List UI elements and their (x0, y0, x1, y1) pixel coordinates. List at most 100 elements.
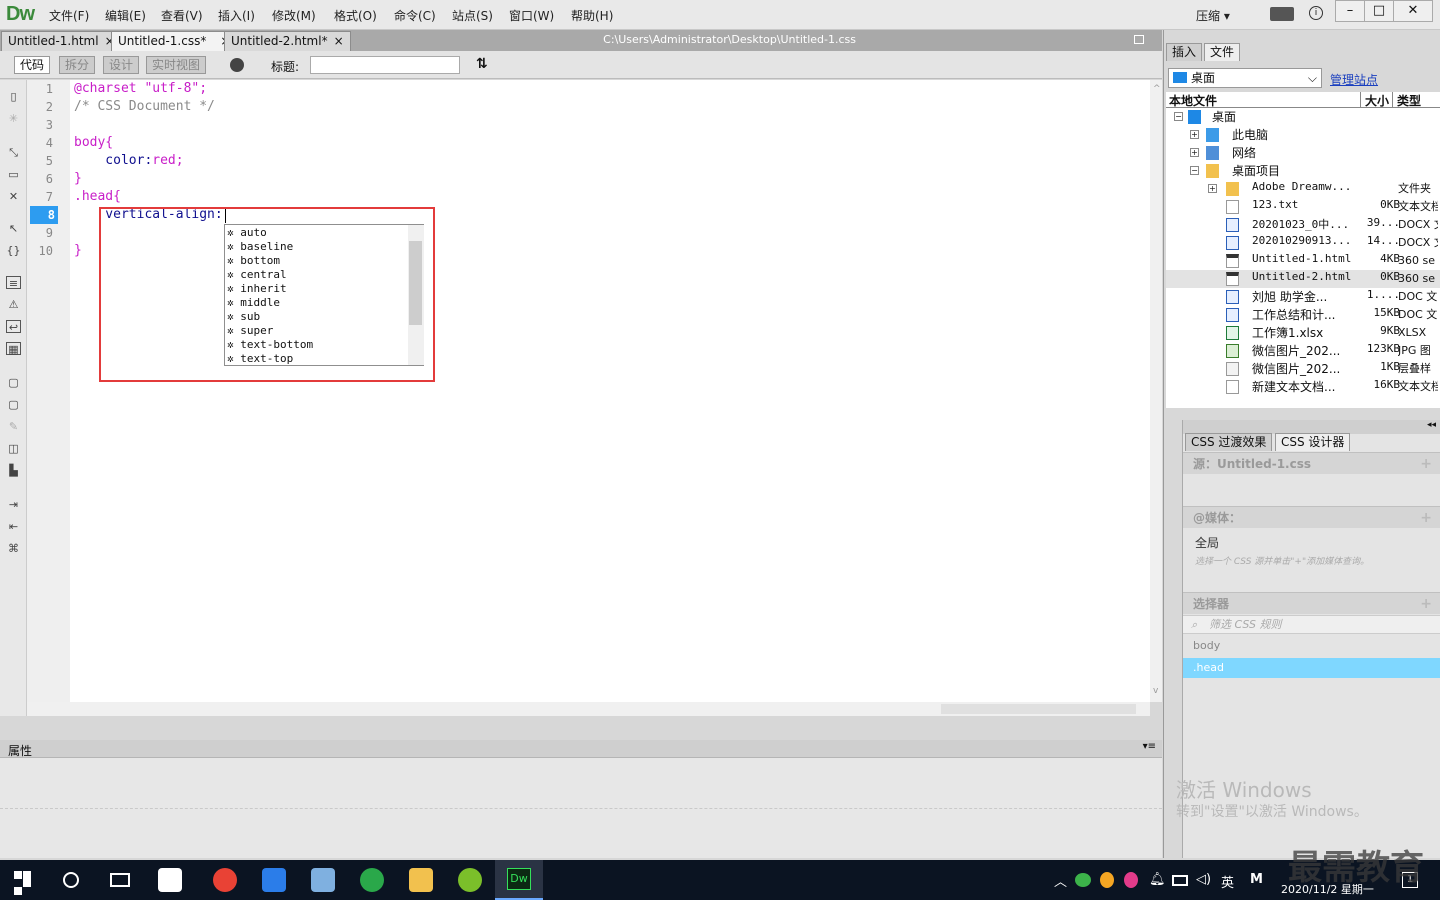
hint-item[interactable]: ✲ text-top (227, 352, 293, 366)
collapse-full-tag-icon[interactable]: ✳ (6, 112, 21, 125)
hint-item[interactable]: ✲ sub (227, 310, 260, 324)
sync-icon[interactable] (1270, 7, 1294, 21)
tree-item-selected[interactable]: Untitled-2.html 0KB 360 se (1166, 270, 1440, 288)
editor-vertical-scrollbar[interactable]: ^ v (1150, 80, 1162, 702)
search-icon[interactable] (63, 872, 79, 888)
tab-insert[interactable]: 插入 (1166, 43, 1203, 61)
menu-format[interactable]: 格式(O) (334, 7, 377, 24)
preview-globe-icon[interactable] (230, 58, 244, 72)
wps-icon[interactable] (262, 868, 286, 892)
tab-css-transitions[interactable]: CSS 过渡效果 (1185, 433, 1273, 451)
select-parent-tag-icon[interactable]: ✕ (6, 190, 21, 203)
qq-icon[interactable] (1100, 872, 1114, 888)
open-documents-icon[interactable]: ▯ (6, 90, 21, 103)
panel-menu-icon[interactable]: ▾≡ (1143, 741, 1156, 752)
menu-insert[interactable]: 插入(I) (218, 7, 255, 24)
global-media[interactable]: 全局 (1195, 534, 1219, 551)
network-icon[interactable] (1172, 875, 1188, 886)
selector-item[interactable]: body (1193, 639, 1220, 652)
tree-item[interactable]: 123.txt 0KB 文本文档 (1166, 198, 1440, 216)
chrome-icon[interactable] (213, 868, 237, 892)
hint-item[interactable]: ✲ central (227, 268, 287, 282)
title-input[interactable] (310, 56, 460, 74)
task-view-icon[interactable] (110, 873, 130, 887)
tab-untitled-1-html[interactable]: Untitled-1.html × (1, 31, 122, 51)
start-icon[interactable] (14, 871, 32, 895)
add-source-icon[interactable]: + (1420, 453, 1432, 475)
tree-item[interactable]: 工作总结和计... 15KB DOC 文 (1166, 306, 1440, 324)
editor-horizontal-scrollbar[interactable] (27, 702, 1150, 716)
recent-snippets-icon[interactable]: ◫ (6, 442, 21, 455)
scroll-thumb[interactable] (941, 704, 1136, 714)
tree-item[interactable]: 20201029091З...14...DOCX 文 (1166, 234, 1440, 252)
tree-item[interactable]: + 此电脑 (1166, 126, 1440, 144)
file-management-icon[interactable]: ⇅ (476, 56, 488, 72)
tab-untitled-1-css[interactable]: Untitled-1.css*× (111, 31, 238, 51)
hint-scrollbar[interactable] (408, 225, 424, 365)
panel-collapse-bar[interactable]: ◂◂ (1183, 420, 1440, 434)
code-editor[interactable]: @charset "utf-8"; /* CSS Document */ bod… (70, 80, 1150, 702)
line-numbers-icon[interactable]: ≡ (6, 276, 21, 290)
location-select[interactable]: 桌面 ⌵ (1168, 68, 1322, 88)
add-media-icon[interactable]: + (1420, 507, 1432, 529)
code-hint-list[interactable]: ✲ auto ✲ baseline ✲ bottom ✲ central ✲ i… (224, 224, 424, 366)
compress-dropdown[interactable]: 压缩 ▾ (1196, 7, 1230, 24)
tree-item[interactable]: − 桌面项目 (1166, 162, 1440, 180)
col-type[interactable]: 类型 (1392, 92, 1421, 109)
filter-css-rules-input[interactable]: ⌕ 筛选 CSS 规则 (1183, 615, 1440, 634)
tree-item[interactable]: 微信图片_202... 123KB JPG 图 (1166, 342, 1440, 360)
tree-item[interactable]: 刘旭 助学金... 1.... DOC 文 (1166, 288, 1440, 306)
hint-item[interactable]: ✲ auto (227, 226, 267, 240)
word-wrap-icon[interactable]: ↩ (6, 320, 21, 334)
wechat-icon[interactable] (1075, 873, 1091, 887)
qq-icon[interactable] (1124, 872, 1138, 888)
remove-comment-icon[interactable]: ▢ (6, 398, 21, 411)
menu-modify[interactable]: 修改(M) (272, 7, 316, 24)
tree-item[interactable]: 20201023_0中...39...DOCX 文 (1166, 216, 1440, 234)
move-css-icon[interactable]: ▙ (6, 464, 21, 477)
info-icon[interactable]: i (1309, 6, 1323, 20)
braces-icon[interactable]: {} (6, 244, 21, 257)
media-app-icon[interactable] (458, 868, 482, 892)
hint-item[interactable]: ✲ super (227, 324, 273, 338)
browser-icon[interactable] (360, 868, 384, 892)
notepad-icon[interactable] (311, 868, 335, 892)
tree-item[interactable]: 工作簿1.xlsx 9KB XLSX (1166, 324, 1440, 342)
menu-edit[interactable]: 编辑(E) (105, 7, 146, 24)
wrap-tag-icon[interactable]: ✎ (6, 420, 21, 433)
close-button[interactable]: ✕ (1393, 0, 1433, 22)
add-selector-icon[interactable]: + (1420, 593, 1432, 615)
tree-item-desktop[interactable]: − 桌面 (1166, 108, 1440, 126)
menu-help[interactable]: 帮助(H) (571, 7, 613, 24)
hint-item[interactable]: ✲ middle (227, 296, 280, 310)
ime-indicator[interactable]: 英 (1221, 872, 1234, 891)
menu-view[interactable]: 查看(V) (161, 7, 203, 24)
expand-all-icon[interactable]: ▭ (6, 168, 21, 181)
tree-item[interactable]: + Adobe Dreamw... 文件夹 (1166, 180, 1440, 198)
tab-css-designer[interactable]: CSS 设计器 (1275, 433, 1351, 451)
ime-mode-icon[interactable]: M (1250, 872, 1263, 887)
format-source-icon[interactable]: ⌘ (6, 542, 21, 555)
app-icon[interactable] (158, 868, 182, 892)
outdent-icon[interactable]: ⇤ (6, 520, 21, 533)
tab-files[interactable]: 文件 (1204, 43, 1241, 61)
tree-item[interactable]: Untitled-1.html 4KB 360 se (1166, 252, 1440, 270)
menu-commands[interactable]: 命令(C) (394, 7, 436, 24)
indent-icon[interactable]: ⇥ (6, 498, 21, 511)
collapse-selection-icon[interactable]: ⤡ (6, 146, 21, 159)
volume-icon[interactable]: ◁) (1196, 872, 1211, 887)
close-tab-icon[interactable]: × (334, 34, 344, 48)
hint-scroll-thumb[interactable] (409, 241, 422, 325)
menu-file[interactable]: 文件(F) (49, 7, 89, 24)
menu-site[interactable]: 站点(S) (452, 7, 493, 24)
hint-item[interactable]: ✲ baseline (227, 240, 293, 254)
design-view-button[interactable]: 设计 (103, 56, 140, 74)
tray-overflow-icon[interactable]: ︿ (1054, 871, 1067, 890)
menu-window[interactable]: 窗口(W) (509, 7, 554, 24)
dreamweaver-taskbar-button[interactable]: Dw (495, 860, 543, 900)
hint-item[interactable]: ✲ inherit (227, 282, 287, 296)
syntax-coloring-icon[interactable]: ▦ (6, 342, 21, 356)
split-view-button[interactable]: 拆分 (59, 56, 96, 74)
live-view-button[interactable]: 实时视图 (146, 56, 207, 74)
tree-item[interactable]: 新建文本文档... 16KB 文本文档 (1166, 378, 1440, 396)
